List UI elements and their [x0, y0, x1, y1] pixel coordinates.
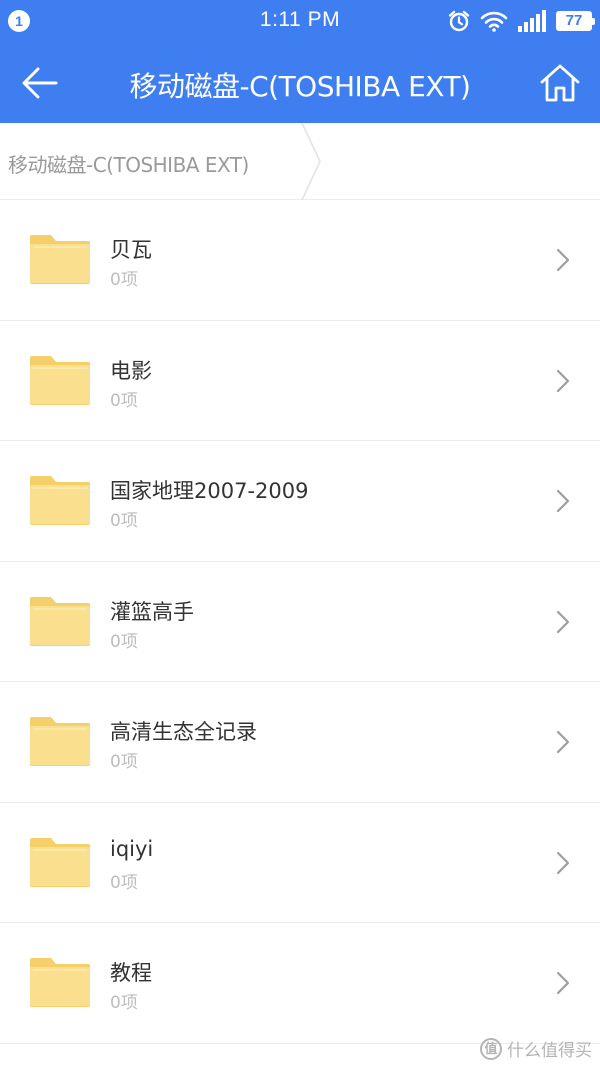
folder-icon [30, 958, 90, 1007]
folder-icon [30, 235, 90, 284]
folder-row[interactable]: 灌篮高手 0项 [0, 561, 600, 682]
chevron-right-icon [556, 369, 570, 392]
battery-indicator: 77 [556, 11, 595, 31]
arrow-left-icon [22, 67, 58, 99]
folder-item-count: 0项 [110, 752, 138, 772]
folder-row[interactable]: 国家地理2007-2009 0项 [0, 441, 600, 562]
status-icons: 77 [447, 9, 595, 33]
folder-icon [30, 476, 90, 525]
folder-item-count: 0项 [110, 390, 138, 411]
watermark-logo-icon: 值 [480, 1037, 502, 1060]
folder-item-count: 0项 [110, 631, 138, 652]
breadcrumb-item-root[interactable]: 移动磁盘-C(TOSHIBA EXT) [8, 149, 249, 178]
battery-level: 77 [565, 12, 583, 29]
folder-item-count: 0项 [110, 511, 138, 531]
folder-name: iqiyi [110, 836, 154, 861]
app-bar: 移动磁盘-C(TOSHIBA EXT) [0, 43, 600, 123]
chevron-right-icon [556, 489, 570, 513]
breadcrumb-separator-icon [301, 123, 321, 200]
watermark: 值 什么值得买 [480, 1036, 592, 1061]
signal-icon [518, 10, 546, 32]
alarm-icon [448, 10, 470, 32]
folder-row[interactable]: 贝瓦 0项 [0, 200, 600, 321]
folder-list: 贝瓦 0项 电影 0项 国家地理2007-2009 0项 灌篮高手 0项 高清生态全记录 0项 iq… [0, 200, 600, 1044]
watermark-text: 什么值得买 [507, 1041, 592, 1061]
folder-icon [30, 717, 90, 766]
chevron-right-icon [556, 730, 570, 754]
folder-item-count: 0项 [110, 270, 138, 290]
folder-row[interactable]: iqiyi 0项 [0, 802, 600, 923]
chevron-right-icon [556, 610, 570, 633]
folder-name: 高清生态全记录 [110, 720, 257, 744]
folder-name: 灌篮高手 [110, 599, 194, 624]
chevron-right-icon [556, 851, 570, 874]
status-bar: 1 1:11 PM 77 [0, 0, 600, 43]
folder-item-count: 0项 [110, 993, 138, 1013]
breadcrumb: 移动磁盘-C(TOSHIBA EXT) [0, 123, 600, 200]
back-button[interactable] [18, 63, 62, 103]
chevron-right-icon [556, 971, 570, 995]
chevron-right-icon [556, 248, 570, 272]
folder-name: 国家地理2007-2009 [110, 479, 309, 503]
folder-row[interactable]: 教程 0项 [0, 923, 600, 1044]
folder-item-count: 0项 [110, 872, 138, 893]
folder-icon [30, 355, 90, 405]
folder-name: 教程 [110, 961, 152, 985]
wifi-icon [480, 11, 508, 32]
home-icon [540, 64, 580, 102]
folder-row[interactable]: 电影 0项 [0, 320, 600, 441]
folder-row[interactable]: 高清生态全记录 0项 [0, 682, 600, 803]
folder-icon [30, 596, 90, 646]
page-title: 移动磁盘-C(TOSHIBA EXT) [129, 70, 471, 103]
folder-name: 贝瓦 [110, 238, 152, 262]
folder-name: 电影 [110, 358, 152, 383]
folder-icon [30, 837, 90, 887]
home-button[interactable] [538, 61, 582, 105]
